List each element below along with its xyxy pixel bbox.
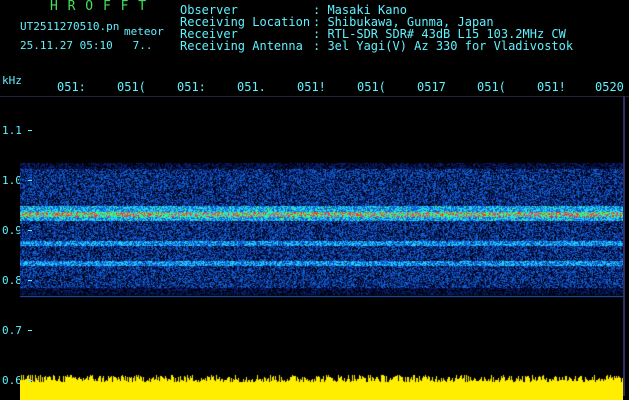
- y-tick-mark: [28, 180, 32, 181]
- y-tick-mark: [28, 330, 32, 331]
- y-tick-0-7: 0.7: [2, 324, 22, 337]
- x-tick-8: 051(: [477, 80, 506, 94]
- header-key-antenna: Receiving Antenna: [180, 39, 303, 53]
- timestamp-extra: 7..: [132, 39, 153, 52]
- x-tick-1: 051:: [57, 80, 86, 94]
- file-suffix: meteor: [124, 25, 164, 38]
- x-tick-3: 051:: [177, 80, 206, 94]
- x-tick-6: 051(: [357, 80, 386, 94]
- y-tick-1-1: 1.1: [2, 124, 22, 137]
- amplitude-strip: [20, 370, 623, 400]
- app-name: H R O F F T: [50, 0, 148, 14]
- y-tick-1-0: 1.0: [2, 174, 22, 187]
- spectrogram-window: H R O F F T UT2511270510.pn meteor 25.11…: [0, 0, 629, 400]
- y-tick-0-6: 0.6: [2, 374, 22, 387]
- y-tick-mark: [28, 380, 32, 381]
- header-value-antenna: : 3el Yagi(V) Az 330 for Vladivostok: [313, 39, 574, 53]
- x-tick-10: 0520: [595, 80, 624, 94]
- y-tick-mark: [28, 130, 32, 131]
- file-name: UT2511270510.pn: [20, 20, 120, 33]
- y-tick-mark: [28, 230, 32, 231]
- x-tick-9: 051!: [537, 80, 566, 94]
- x-tick-7: 0517: [417, 80, 446, 94]
- y-tick-0-9: 0.9: [2, 224, 22, 237]
- x-tick-5: 051!: [297, 80, 326, 94]
- timestamp-value: 25.11.27 05:10: [20, 39, 113, 52]
- y-tick-0-8: 0.8: [2, 274, 22, 287]
- plot-top-border: [0, 96, 629, 97]
- spectrogram-canvas: [20, 155, 623, 305]
- x-tick-4: 051.: [237, 80, 266, 94]
- x-tick-2: 051(: [117, 80, 146, 94]
- plot-right-border: [623, 96, 625, 396]
- y-tick-mark: [28, 280, 32, 281]
- y-axis-unit: kHz: [2, 74, 22, 87]
- timestamp: 25.11.27 05:10 7..: [20, 40, 152, 52]
